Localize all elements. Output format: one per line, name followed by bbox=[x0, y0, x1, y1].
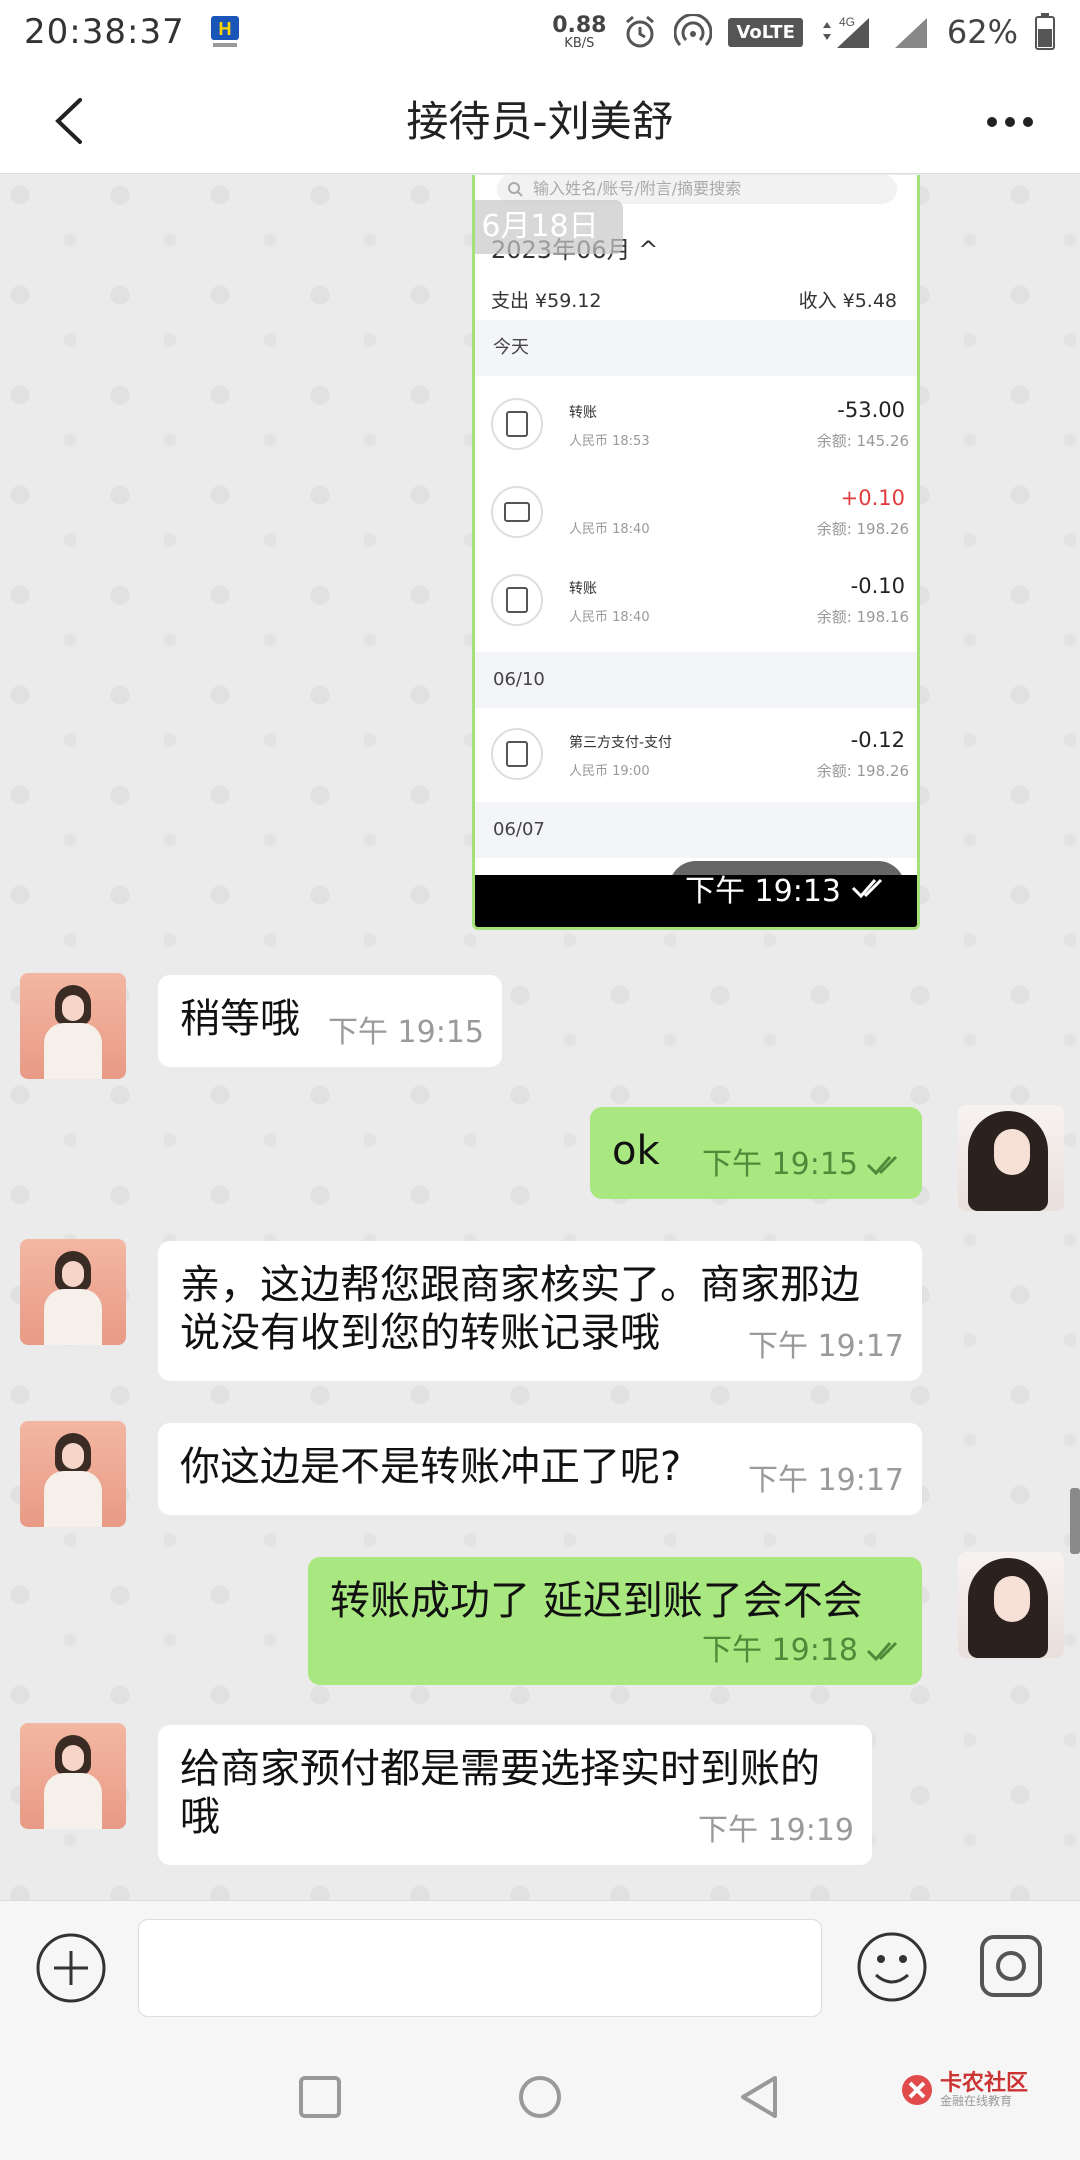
shot-transaction-row: 人民币 18:40 +0.10 余额: 198.26 bbox=[475, 466, 917, 556]
read-check-icon bbox=[866, 1641, 898, 1662]
shot-tx-name: 转账 bbox=[569, 405, 597, 421]
add-attachment-button[interactable] bbox=[34, 1931, 108, 2005]
message-text: 你这边是不是转账冲正了呢? bbox=[180, 1444, 682, 1490]
message-input-bar bbox=[0, 1900, 1080, 2032]
shot-transaction-row: 第三方支付-支付 人民币 19:00 -0.12 余额: 198.26 bbox=[475, 708, 917, 798]
message-time-text: 下午 19:17 bbox=[748, 1463, 904, 1498]
shot-tx-sub: 人民币 19:00 bbox=[569, 764, 650, 779]
receipt-icon bbox=[491, 574, 543, 626]
message-bubble[interactable]: 转账成功了 延迟到账了会不会 下午 19:18 bbox=[308, 1557, 922, 1685]
watermark-logo-icon bbox=[902, 2074, 932, 2105]
shot-search-placeholder: 输入姓名/账号/附言/摘要搜索 bbox=[533, 179, 742, 198]
message-bubble[interactable]: 亲，这边帮您跟商家核实了。商家那边说没有收到您的转账记录哦 下午 19:17 bbox=[158, 1241, 922, 1381]
message-bubble[interactable]: ok 下午 19:15 bbox=[590, 1107, 922, 1199]
status-bar: 20:38:37 H 0.88 KB/S VoLTE 4G 62% bbox=[0, 0, 1080, 64]
battery-icon bbox=[1035, 13, 1055, 50]
shot-tx-balance: 余额: 145.26 bbox=[816, 432, 909, 450]
chat-title: 接待员-刘美舒 bbox=[406, 97, 674, 146]
app-notification-icon: H bbox=[210, 16, 239, 47]
shot-income: 收入 ¥5.48 bbox=[798, 290, 897, 312]
svg-text:H: H bbox=[218, 19, 231, 39]
home-button[interactable] bbox=[515, 2072, 565, 2122]
message-bubble[interactable]: 给商家预付都是需要选择实时到账的哦 下午 19:19 bbox=[158, 1725, 872, 1865]
shot-tx-name: 第三方支付-支付 bbox=[569, 735, 673, 751]
message-time: 下午 19:18 bbox=[702, 1627, 904, 1675]
shot-transaction-row: 转账 人民币 18:40 -0.10 余额: 198.16 bbox=[475, 554, 917, 644]
shot-tx-sub: 人民币 18:53 bbox=[569, 434, 650, 449]
shot-tx-sub: 人民币 18:40 bbox=[569, 610, 650, 625]
message-text: 稍等哦 bbox=[180, 996, 300, 1042]
alarm-icon bbox=[626, 15, 655, 48]
message-time: 下午 19:15 bbox=[328, 1009, 484, 1057]
user-avatar[interactable] bbox=[958, 1105, 1064, 1211]
shot-section-header: 06/10 bbox=[475, 652, 917, 708]
shot-tx-balance: 余额: 198.26 bbox=[816, 520, 909, 538]
shot-section-header: 今天 bbox=[475, 320, 917, 376]
shot-tx-name: 转账 bbox=[569, 581, 597, 597]
image-message[interactable]: 输入姓名/账号/附言/摘要搜索 2023年06月 ^ 6月18日 支出 ¥59.… bbox=[472, 175, 920, 930]
message-time-text: 下午 19:18 bbox=[702, 1633, 858, 1668]
read-check-icon bbox=[866, 1155, 898, 1176]
shot-tx-amount: +0.10 bbox=[840, 486, 905, 510]
message-time-text: 下午 19:19 bbox=[698, 1813, 854, 1848]
message-input[interactable] bbox=[138, 1919, 822, 2017]
message-time: 下午 19:19 bbox=[698, 1807, 854, 1855]
message-time: 下午 19:17 bbox=[748, 1323, 904, 1371]
search-icon bbox=[508, 182, 523, 197]
shot-tx-amount: -0.10 bbox=[850, 574, 905, 598]
net-speed-unit: KB/S bbox=[564, 35, 595, 51]
more-options-icon[interactable] bbox=[980, 102, 1040, 142]
recent-apps-button[interactable] bbox=[295, 2072, 345, 2122]
watermark-subtitle: 金融在线教育 bbox=[940, 2094, 1013, 2109]
message-time-text: 下午 19:15 bbox=[328, 1015, 484, 1050]
status-time: 20:38:37 bbox=[24, 12, 185, 52]
message-time-text: 下午 19:15 bbox=[702, 1147, 858, 1182]
message-time: 下午 19:13 bbox=[669, 861, 905, 915]
network-type: 4G bbox=[839, 15, 855, 29]
signal-4g-icon: 4G bbox=[822, 15, 869, 48]
net-speed: 0.88 KB/S bbox=[552, 12, 607, 51]
message-bubble[interactable]: 你这边是不是转账冲正了呢? 下午 19:17 bbox=[158, 1423, 922, 1515]
scrollbar-thumb[interactable] bbox=[1070, 1488, 1080, 1554]
read-check-icon bbox=[851, 878, 883, 899]
battery-percent: 62% bbox=[946, 13, 1018, 51]
date-divider: 6月18日 bbox=[475, 200, 623, 254]
chat-header: 接待员-刘美舒 bbox=[0, 64, 1080, 174]
agent-avatar[interactable] bbox=[20, 1421, 126, 1527]
agent-avatar[interactable] bbox=[20, 973, 126, 1079]
camera-button[interactable] bbox=[978, 1933, 1044, 1999]
agent-avatar[interactable] bbox=[20, 1723, 126, 1829]
wallet-icon bbox=[491, 486, 543, 538]
message-time: 下午 19:15 bbox=[702, 1141, 904, 1189]
shot-expense: 支出 ¥59.12 bbox=[491, 290, 602, 312]
message-text: ok bbox=[612, 1128, 660, 1174]
watermark: 卡农社区 金融在线教育 bbox=[900, 2072, 1028, 2108]
shot-section-header: 06/07 bbox=[475, 802, 917, 858]
message-time: 下午 19:17 bbox=[748, 1457, 904, 1505]
message-time-text: 下午 19:13 bbox=[685, 874, 841, 909]
emoji-button[interactable] bbox=[854, 1929, 930, 2005]
shot-tx-balance: 余额: 198.26 bbox=[816, 762, 909, 780]
shot-tx-amount: -0.12 bbox=[850, 728, 905, 752]
shot-transaction-row: 转账 人民币 18:53 -53.00 余额: 145.26 bbox=[475, 378, 917, 468]
receipt-icon bbox=[491, 398, 543, 450]
shot-tx-balance: 余额: 198.16 bbox=[816, 608, 909, 626]
watermark-title: 卡农社区 bbox=[940, 2071, 1029, 2096]
message-bubble[interactable]: 稍等哦 下午 19:15 bbox=[158, 975, 502, 1067]
back-arrow-icon[interactable] bbox=[50, 96, 90, 146]
shot-tx-sub: 人民币 18:40 bbox=[569, 522, 650, 537]
message-text: 转账成功了 延迟到账了会不会 bbox=[330, 1578, 863, 1624]
receipt-icon bbox=[491, 728, 543, 780]
back-button[interactable] bbox=[735, 2072, 785, 2122]
shot-tx-amount: -53.00 bbox=[837, 398, 905, 422]
net-speed-value: 0.88 bbox=[552, 12, 607, 38]
agent-avatar[interactable] bbox=[20, 1239, 126, 1345]
volte-badge: VoLTE bbox=[728, 17, 803, 47]
hotspot-icon bbox=[674, 14, 713, 47]
message-time-text: 下午 19:17 bbox=[748, 1329, 904, 1364]
user-avatar[interactable] bbox=[958, 1552, 1064, 1658]
chat-messages[interactable]: 输入姓名/账号/附言/摘要搜索 2023年06月 ^ 6月18日 支出 ¥59.… bbox=[0, 175, 1080, 1900]
system-nav-bar: 卡农社区 金融在线教育 bbox=[0, 2032, 1080, 2160]
signal-icon bbox=[894, 18, 927, 48]
